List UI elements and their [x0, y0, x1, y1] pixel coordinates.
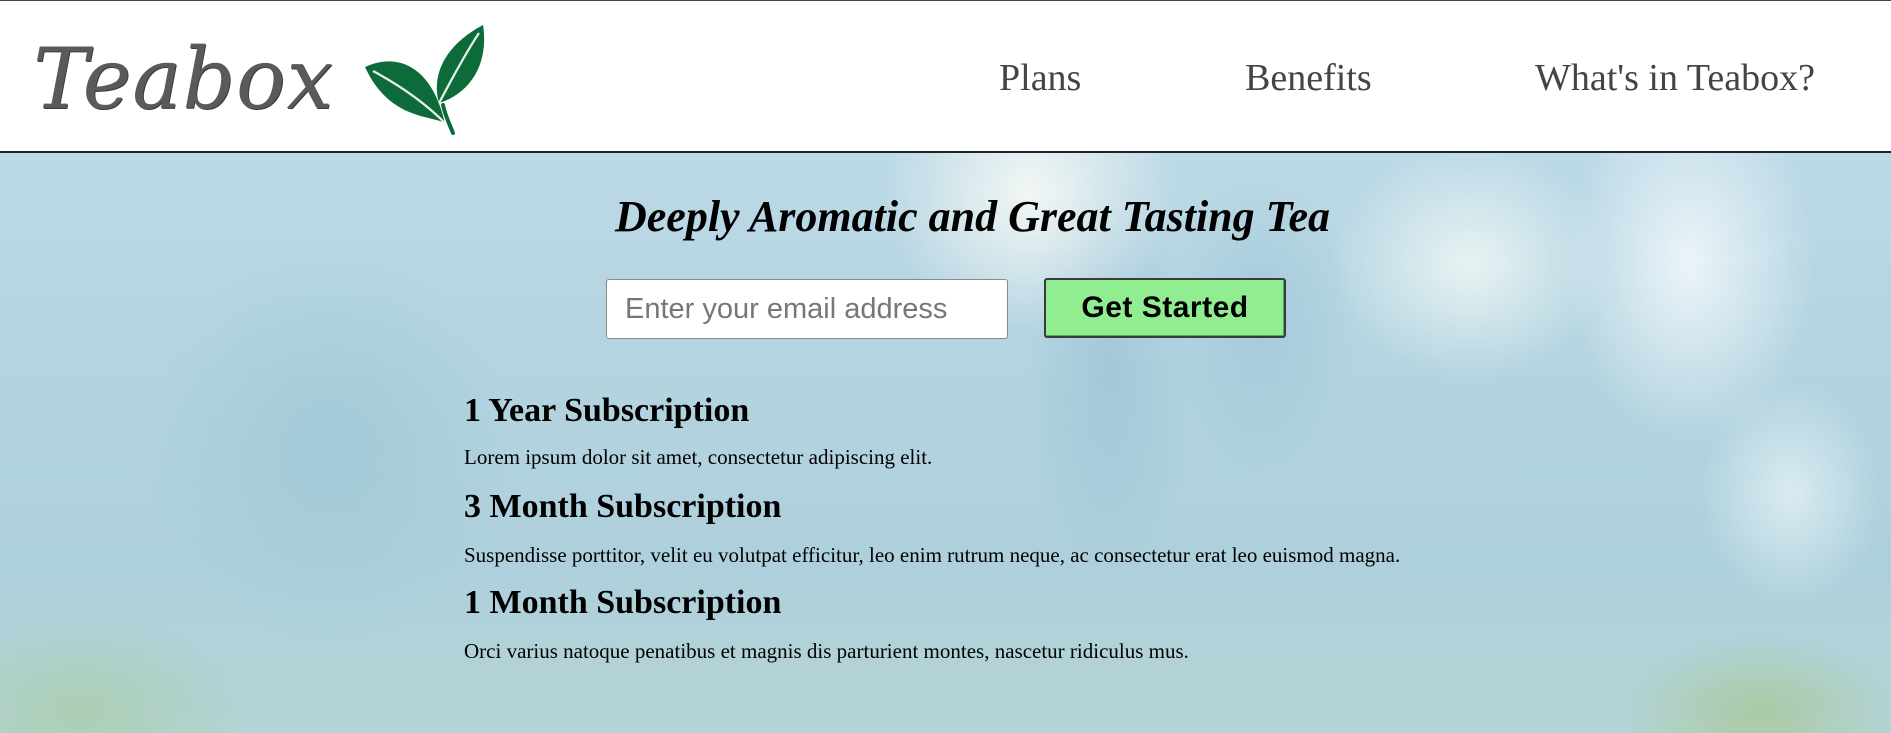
main-nav: Plans Benefits What's in Teabox?	[0, 56, 1891, 106]
plan-item: 3 Month Subscription Suspendisse porttit…	[464, 487, 1404, 569]
plan-item: 1 Year Subscription Lorem ipsum dolor si…	[464, 391, 1404, 471]
plan-title: 3 Month Subscription	[464, 488, 782, 525]
email-input[interactable]	[606, 279, 1008, 339]
plan-description: Lorem ipsum dolor sit amet, consectetur …	[464, 445, 933, 469]
plan-description: Suspendisse porttitor, velit eu volutpat…	[464, 543, 1401, 567]
hero-section: Deeply Aromatic and Great Tasting Tea Ge…	[0, 153, 1891, 733]
plan-title: 1 Month Subscription	[464, 584, 782, 621]
nav-link-whats-in-teabox[interactable]: What's in Teabox?	[1535, 56, 1815, 100]
site-header: Teabox Plans Benefits What's in Teabox?	[0, 0, 1891, 153]
get-started-button[interactable]: Get Started	[1044, 278, 1286, 338]
plan-title: 1 Year Subscription	[464, 392, 750, 429]
plan-item: 1 Month Subscription Orci varius natoque…	[464, 583, 1404, 665]
plan-description: Orci varius natoque penatibus et magnis …	[464, 639, 1189, 663]
hero-title: Deeply Aromatic and Great Tasting Tea	[615, 192, 1330, 241]
nav-link-benefits[interactable]: Benefits	[1245, 56, 1372, 100]
plans-list: 1 Year Subscription Lorem ipsum dolor si…	[464, 391, 1404, 665]
nav-link-plans[interactable]: Plans	[999, 56, 1081, 100]
